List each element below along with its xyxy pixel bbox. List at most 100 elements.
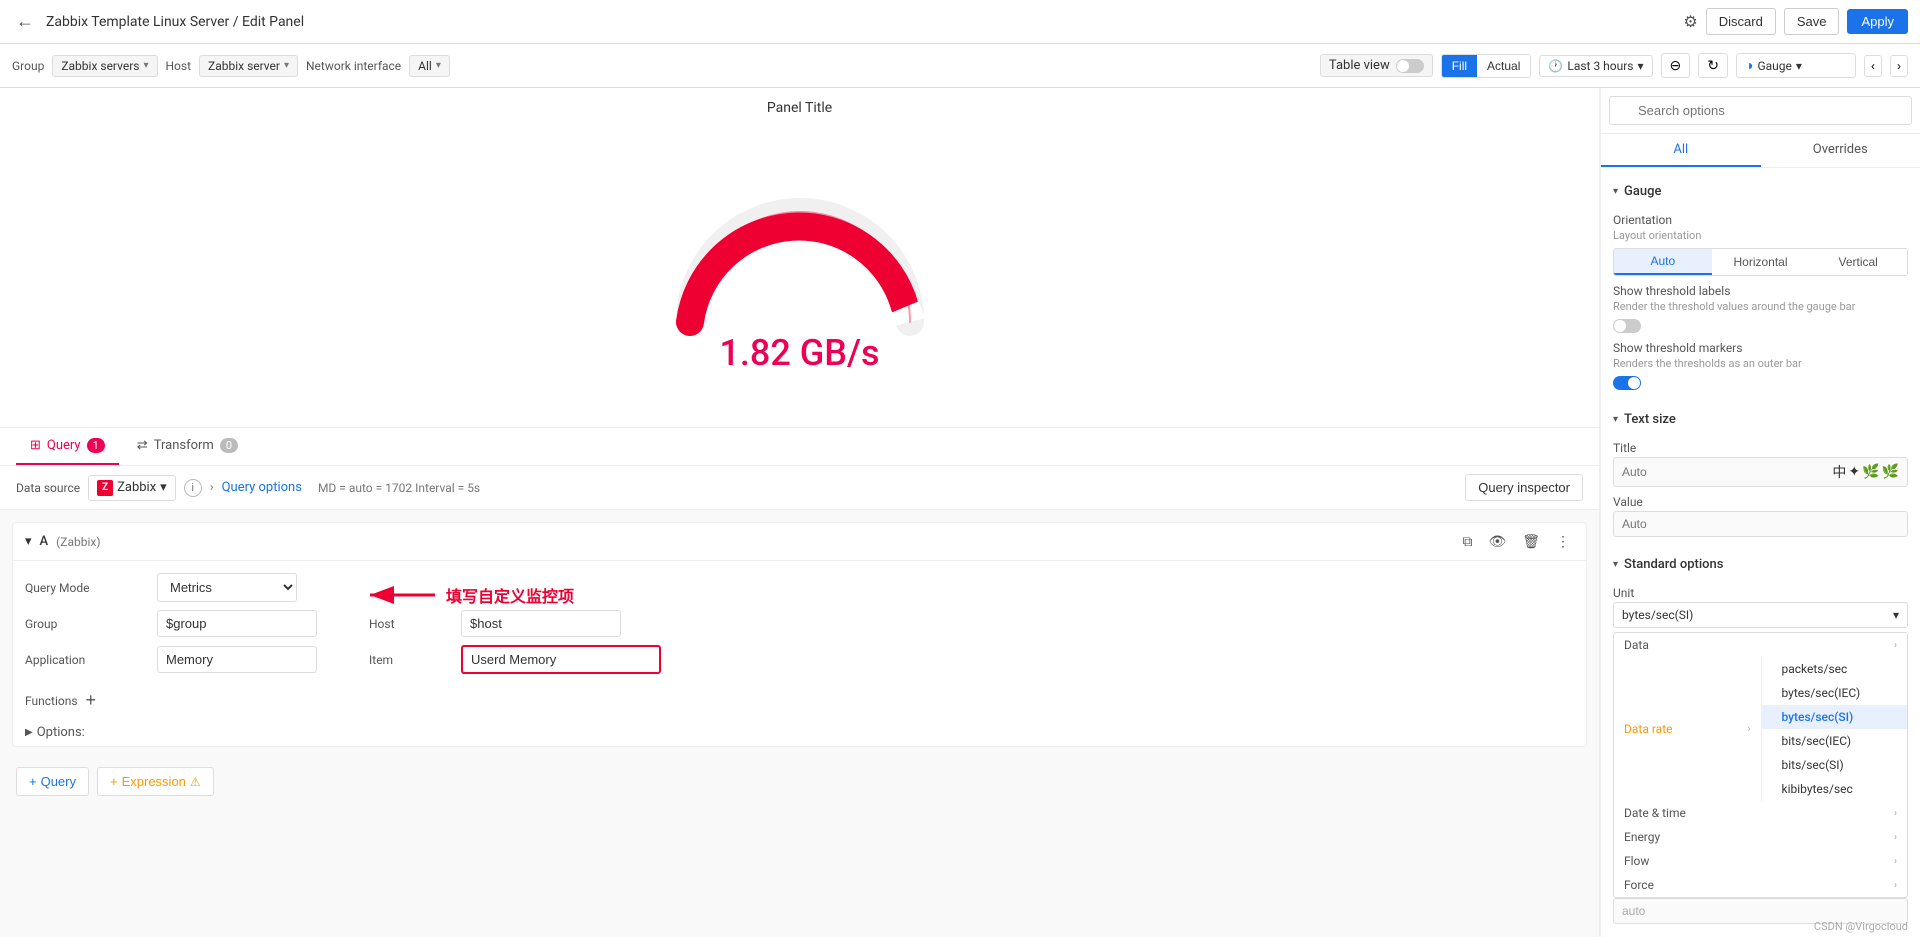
info-icon[interactable]: i (184, 479, 202, 497)
dropdown-item-date-time-arrow: › (1894, 808, 1897, 819)
add-expression-button[interactable]: + Expression ⚠ (97, 767, 214, 796)
item-field-input[interactable] (461, 645, 661, 674)
unit-caret: ▾ (1893, 608, 1899, 622)
host-caret: ▾ (284, 60, 289, 71)
add-query-label: Query (41, 774, 76, 789)
discard-button[interactable]: Discard (1706, 8, 1776, 35)
dropdown-item-date-time[interactable]: Date & time › (1614, 801, 1907, 825)
min-input[interactable] (1613, 898, 1908, 924)
query-options-link[interactable]: Query options (222, 480, 302, 495)
orientation-vertical[interactable]: Vertical (1809, 249, 1907, 275)
all-value: All (418, 59, 432, 73)
group-select[interactable]: Zabbix servers ▾ (52, 55, 157, 77)
toggle-knob (1397, 60, 1409, 72)
value-input[interactable] (1613, 511, 1908, 537)
fill-button[interactable]: Fill (1442, 55, 1477, 77)
refresh-button[interactable]: ↻ (1698, 53, 1728, 78)
threshold-markers-knob (1628, 377, 1640, 389)
actual-button[interactable]: Actual (1477, 55, 1530, 77)
orientation-horizontal[interactable]: Horizontal (1712, 249, 1810, 275)
viz-nav-prev[interactable]: ‹ (1864, 55, 1882, 77)
options-row[interactable]: ▶ Options: (13, 719, 1586, 746)
viz-nav-next[interactable]: › (1890, 55, 1908, 77)
sub-packets-sec[interactable]: packets/sec (1762, 657, 1908, 681)
tab-query[interactable]: ⊞ Query 1 (16, 428, 119, 465)
threshold-labels-toggle[interactable] (1613, 319, 1641, 333)
tab-query-badge: 1 (87, 438, 105, 453)
dropdown-item-force[interactable]: Force › (1614, 873, 1907, 897)
sub-kibibytes-sec[interactable]: kibibytes/sec (1762, 777, 1908, 801)
filterbar: Group Zabbix servers ▾ Host Zabbix serve… (0, 44, 1920, 88)
query-block-sub: (Zabbix) (56, 535, 100, 549)
group-field-input[interactable] (157, 610, 317, 637)
dropdown-item-data[interactable]: Data › (1614, 633, 1907, 657)
dropdown-item-energy[interactable]: Energy › (1614, 825, 1907, 849)
search-input[interactable] (1609, 96, 1912, 125)
all-select[interactable]: All ▾ (409, 55, 450, 77)
query-inspector-button[interactable]: Query inspector (1465, 474, 1583, 501)
tab-overrides[interactable]: Overrides (1761, 134, 1920, 167)
right-controls: Table view Fill Actual 🕐 Last 3 hours ▾ … (1320, 53, 1908, 78)
table-view-toggle[interactable] (1396, 59, 1424, 73)
delete-button[interactable]: 🗑 (1518, 531, 1544, 552)
sub-bits-iec[interactable]: bits/sec(IEC) (1762, 729, 1908, 753)
unit-select[interactable]: bytes/sec(SI) ▾ (1613, 602, 1908, 628)
query-block-wrapper: ▾ A (Zabbix) ⧉ 👁 🗑 ⋮ Query Mode (0, 522, 1599, 747)
host-select[interactable]: Zabbix server ▾ (199, 55, 298, 77)
group-label: Group (12, 59, 44, 73)
duplicate-button[interactable]: ⧉ (1458, 531, 1476, 552)
host-field-input[interactable] (461, 610, 621, 637)
collapse-caret[interactable]: ▾ (25, 534, 32, 549)
main-layout: Panel Title 1.82 GB/s (0, 88, 1920, 937)
warn-icon: ⚠ (190, 775, 201, 789)
more-button[interactable]: ⋮ (1552, 531, 1574, 552)
gauge-section-body: Orientation Layout orientation Auto Hori… (1613, 213, 1908, 404)
right-panel: 🔍 All Overrides ▾ Gauge Orientation Layo… (1600, 88, 1920, 937)
sub-bits-si[interactable]: bits/sec(SI) (1762, 753, 1908, 777)
unit-value: bytes/sec(SI) (1622, 608, 1693, 622)
text-size-section-header[interactable]: ▾ Text size (1613, 404, 1908, 433)
sub-bytes-iec[interactable]: bytes/sec(IEC) (1762, 681, 1908, 705)
gear-icon[interactable]: ⚙ (1683, 12, 1697, 31)
dropdown-item-force-label: Force (1624, 878, 1654, 892)
threshold-markers-toggle-row (1613, 376, 1908, 390)
tab-all[interactable]: All (1601, 134, 1761, 167)
functions-row: Functions + (13, 686, 1586, 719)
application-field-input[interactable] (157, 646, 317, 673)
apply-button[interactable]: Apply (1847, 9, 1908, 34)
dropdown-item-data-rate-arrow: › (1747, 724, 1750, 735)
zoom-out-button[interactable]: ⊖ (1661, 53, 1691, 78)
time-icon: 🕐 (1548, 59, 1563, 73)
title-input[interactable] (1622, 465, 1828, 479)
panel-area: Panel Title 1.82 GB/s (0, 88, 1600, 937)
tab-transform[interactable]: ⇄ Transform 0 (123, 428, 252, 465)
add-function-button[interactable]: + (86, 690, 97, 711)
standard-options-header[interactable]: ▾ Standard options (1613, 549, 1908, 578)
time-range-selector[interactable]: 🕐 Last 3 hours ▾ (1539, 55, 1652, 77)
options-content: ▾ Gauge Orientation Layout orientation A… (1601, 168, 1920, 937)
standard-options-caret: ▾ (1613, 559, 1618, 570)
query-buttons: + Query + Expression ⚠ (0, 759, 1599, 804)
sub-bytes-si[interactable]: bytes/sec(SI) (1762, 705, 1908, 729)
time-range-label: Last 3 hours (1567, 59, 1633, 73)
gauge-section-header[interactable]: ▾ Gauge (1613, 176, 1908, 205)
eye-button[interactable]: 👁 (1484, 531, 1510, 552)
dropdown-item-data-rate[interactable]: Data rate › (1614, 657, 1761, 801)
tab-query-label: Query (47, 438, 81, 453)
dropdown-item-energy-label: Energy (1624, 830, 1660, 844)
dropdown-item-energy-arrow: › (1894, 832, 1897, 843)
threshold-markers-toggle[interactable] (1613, 376, 1641, 390)
ds-select[interactable]: Z Zabbix ▾ (88, 475, 176, 501)
query-tabs: ⊞ Query 1 ⇄ Transform 0 (0, 428, 1599, 466)
query-mode-select[interactable]: Metrics (157, 573, 297, 602)
panel-title: Panel Title (767, 100, 832, 116)
orientation-auto[interactable]: Auto (1614, 249, 1712, 275)
dropdown-item-flow[interactable]: Flow › (1614, 849, 1907, 873)
back-button[interactable]: ← (12, 7, 38, 36)
topbar-right: ⚙ Discard Save Apply (1683, 8, 1908, 35)
save-button[interactable]: Save (1784, 8, 1840, 35)
viz-selector[interactable]: ◑ Gauge ▾ (1736, 53, 1856, 78)
emoji-icons: 中 ✦ 🌿 🌿 (1832, 462, 1899, 482)
topbar-left: ← Zabbix Template Linux Server / Edit Pa… (12, 7, 304, 36)
add-query-button[interactable]: + Query (16, 767, 89, 796)
